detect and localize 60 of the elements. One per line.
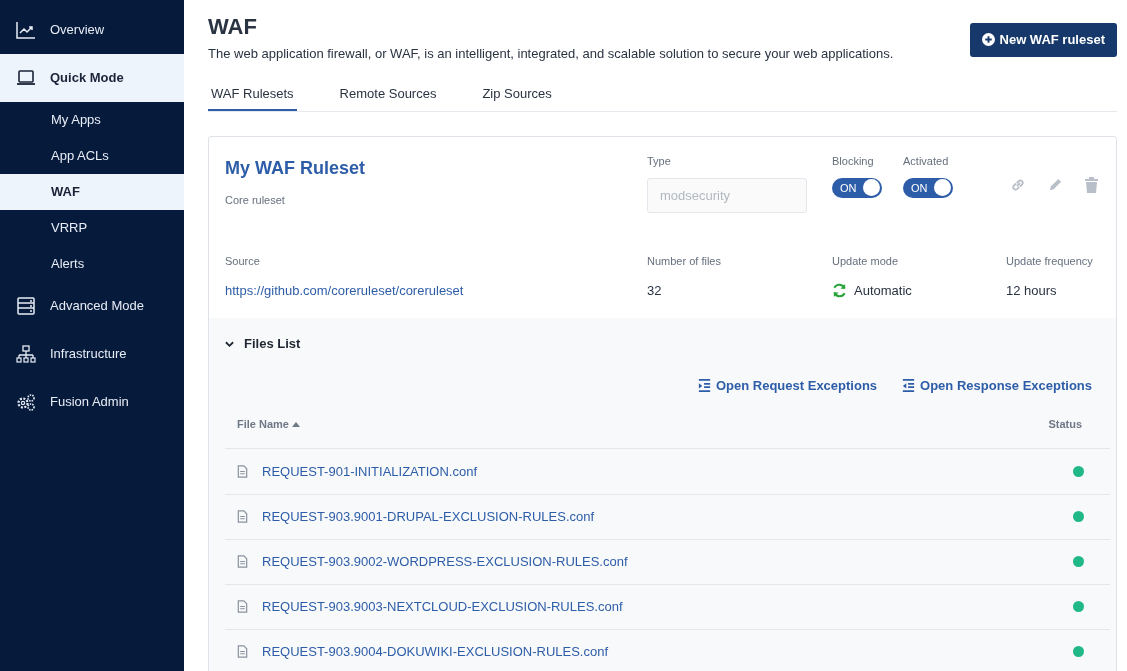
file-icon (237, 464, 248, 478)
column-header[interactable]: File Name (237, 416, 300, 433)
sidebar-item[interactable]: Overview (0, 6, 184, 54)
page-title: WAF (208, 14, 258, 41)
refresh-icon (832, 283, 847, 299)
field-label: Update frequency (1006, 254, 1093, 270)
sidebar-subitem[interactable]: My Apps (0, 102, 184, 138)
file-link[interactable]: REQUEST-903.9001-DRUPAL-EXCLUSION-RULES.conf (262, 507, 595, 527)
file-icon (237, 645, 248, 659)
field-label: Update mode (832, 254, 900, 270)
tab[interactable]: Zip Sources (479, 77, 555, 112)
pencil-icon[interactable] (1048, 177, 1063, 193)
chevron-down-icon (225, 340, 234, 348)
file-link[interactable]: REQUEST-901-INITIALIZATION.conf (262, 461, 478, 482)
files-list-toggle[interactable]: Files List (225, 318, 301, 354)
tab[interactable]: Remote Sources (336, 77, 440, 112)
chart-icon (16, 21, 36, 39)
sort-up-icon (291, 422, 300, 428)
sidebar-subitem[interactable]: App ACLs (0, 138, 184, 174)
outdent-icon (902, 379, 916, 393)
ruleset-subtitle: Core ruleset (225, 193, 286, 209)
sidebar-subitem[interactable]: VRRP (0, 210, 184, 246)
file-link[interactable]: REQUEST-903.9002-WORDPRESS-EXCLUSION-RULES.conf (262, 552, 628, 572)
field-value: Automatic (854, 281, 912, 300)
trash-icon[interactable] (1085, 177, 1098, 194)
field-label: Type (647, 154, 672, 170)
gears-icon (16, 393, 36, 411)
file-icon (237, 600, 248, 614)
field-label: Number of files (647, 254, 722, 270)
plus-circle-icon (981, 33, 995, 47)
sidebar-subitem[interactable]: Alerts (0, 246, 184, 282)
toggle-label: Blocking (832, 154, 875, 170)
field-label: Source (225, 254, 261, 270)
source-link[interactable]: https://github.com/coreruleset/coreruleset (225, 280, 464, 301)
network-icon (16, 345, 36, 363)
toggle-switch[interactable]: ON (832, 177, 882, 198)
column-header: Status (1048, 417, 1082, 433)
sidebar-item[interactable]: Fusion Admin (0, 378, 184, 426)
indent-icon (697, 379, 711, 393)
toggle-switch[interactable]: ON (903, 177, 953, 198)
exceptions-link[interactable]: Open Request Exceptions (697, 375, 878, 396)
file-icon (237, 555, 248, 569)
file-link[interactable]: REQUEST-903.9003-NEXTCLOUD-EXCLUSION-RULES.conf (262, 597, 623, 617)
sidebar-item[interactable]: Quick Mode (0, 54, 184, 102)
exceptions-link[interactable]: Open Response Exceptions (902, 375, 1092, 396)
server-icon (16, 297, 36, 315)
new-ruleset-button[interactable]: New WAF ruleset (969, 23, 1117, 57)
sidebar-item[interactable]: Infrastructure (0, 330, 184, 378)
sidebar-item[interactable]: Advanced Mode (0, 282, 184, 330)
laptop-icon (16, 69, 36, 87)
tab[interactable]: WAF Rulesets (208, 77, 297, 112)
toggle-label: Activated (903, 154, 950, 170)
file-icon (237, 510, 248, 524)
link-icon[interactable] (1010, 177, 1026, 194)
file-link[interactable]: REQUEST-903.9004-DOKUWIKI-EXCLUSION-RULES.conf (262, 642, 609, 662)
sidebar-subitem[interactable]: WAF (0, 174, 184, 210)
field-value: 12 hours (1006, 281, 1057, 300)
field-value: 32 (647, 281, 662, 300)
ruleset-title: My WAF Ruleset (225, 157, 367, 181)
page-description: The web application firewall, or WAF, is an intelligent, integrated, and scalable solution to secure your web applications. (208, 45, 894, 64)
